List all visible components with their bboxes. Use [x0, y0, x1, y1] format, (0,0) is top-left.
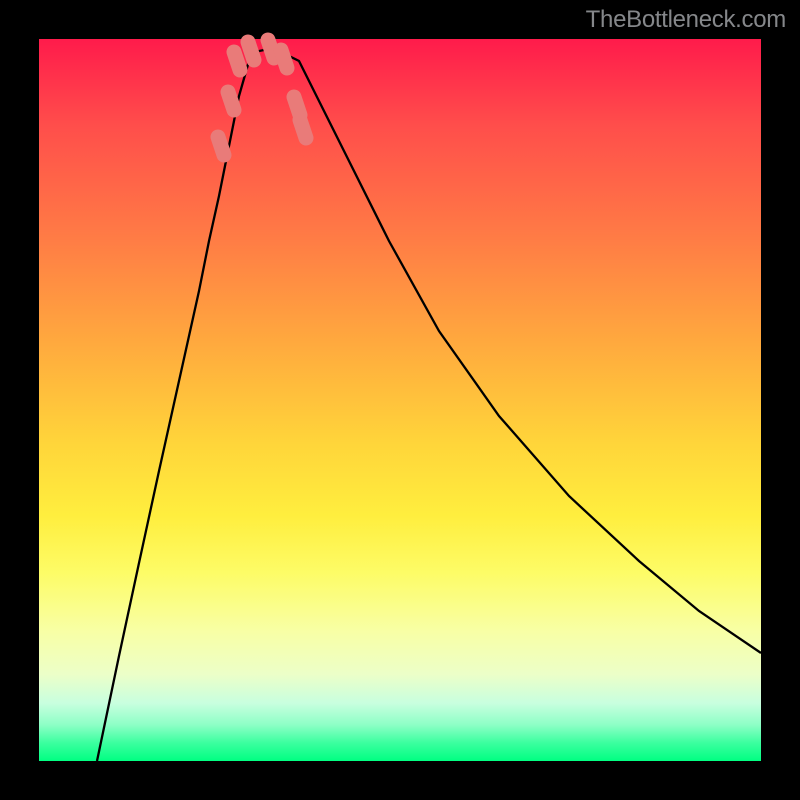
watermark-text: TheBottleneck.com [586, 6, 786, 34]
chart-frame: TheBottleneck.com [0, 0, 800, 800]
bottleneck-curve [97, 49, 761, 761]
marker-pt2 [228, 92, 234, 110]
bottleneck-curve-svg [39, 39, 761, 761]
marker-pt4 [248, 42, 254, 60]
marker-pt7 [294, 97, 300, 115]
marker-pt5 [268, 40, 274, 58]
marker-pt6 [281, 50, 287, 68]
marker-pt8 [300, 120, 306, 138]
gradient-plot-area [39, 39, 761, 761]
marker-pt1 [218, 137, 224, 155]
marker-pt3 [234, 52, 240, 70]
